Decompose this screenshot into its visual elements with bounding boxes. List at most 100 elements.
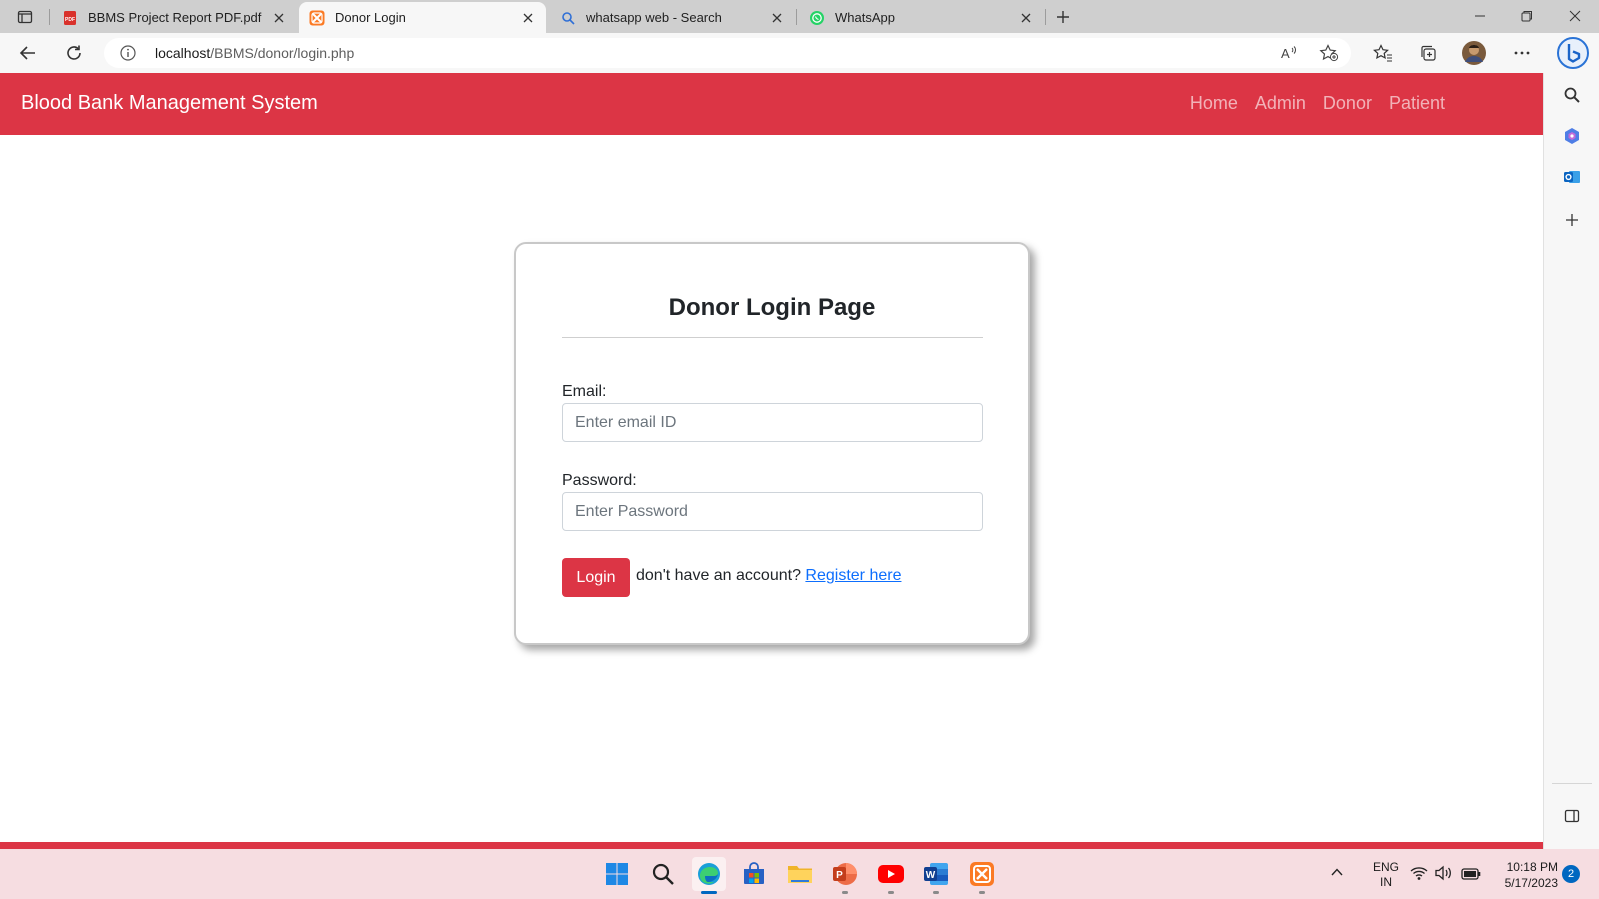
site-brand[interactable]: Blood Bank Management System xyxy=(21,92,318,115)
tab-title: whatsapp web - Search xyxy=(586,10,722,25)
system-clock[interactable]: 10:18 PM 5/17/2023 xyxy=(1492,859,1558,891)
address-bar[interactable]: localhost/BBMS/donor/login.php A xyxy=(104,38,1351,68)
taskbar-search-button[interactable] xyxy=(646,857,680,891)
close-window-button[interactable] xyxy=(1563,4,1587,28)
register-prompt: don't have an account? xyxy=(636,567,801,584)
back-arrow-icon xyxy=(19,46,35,60)
svg-text:P: P xyxy=(836,870,843,881)
tab-actions-icon xyxy=(17,10,33,24)
add-favorite-icon[interactable] xyxy=(1319,44,1339,67)
read-aloud-icon[interactable]: A xyxy=(1280,44,1298,67)
back-button[interactable] xyxy=(14,39,42,67)
running-indicator xyxy=(888,891,894,894)
discover-icon xyxy=(1565,128,1579,144)
footer-bar xyxy=(0,842,1543,849)
title-divider xyxy=(562,337,983,338)
bing-chat-button[interactable] xyxy=(1555,35,1591,71)
close-icon xyxy=(1569,10,1581,22)
profile-button[interactable] xyxy=(1460,39,1488,67)
sidebar-panel-icon xyxy=(1564,809,1580,823)
word-icon: W xyxy=(924,863,948,885)
svg-text:W: W xyxy=(926,870,936,881)
youtube-icon xyxy=(878,865,904,883)
xampp-icon xyxy=(309,10,325,26)
password-field[interactable] xyxy=(562,492,983,531)
email-label: Email: xyxy=(562,383,607,400)
new-tab-button[interactable] xyxy=(1052,6,1074,28)
tab-pdf-report[interactable]: PDF BBMS Project Report PDF.pdf xyxy=(52,2,297,33)
tab-title: Donor Login xyxy=(335,10,406,25)
close-icon[interactable] xyxy=(769,10,785,26)
bing-icon xyxy=(1557,37,1589,69)
password-label: Password: xyxy=(562,472,637,489)
tab-title: BBMS Project Report PDF.pdf xyxy=(88,10,262,25)
taskbar-store[interactable] xyxy=(737,857,771,891)
taskbar-youtube[interactable] xyxy=(874,857,908,894)
close-icon[interactable] xyxy=(1018,10,1034,26)
svg-text:PDF: PDF xyxy=(65,17,75,23)
settings-more-button[interactable] xyxy=(1508,39,1536,67)
tab-whatsapp[interactable]: WhatsApp xyxy=(799,2,1044,33)
pdf-icon: PDF xyxy=(62,10,78,26)
notification-badge[interactable]: 2 xyxy=(1562,865,1580,883)
nav-link-home[interactable]: Home xyxy=(1190,93,1238,114)
language-indicator[interactable]: ENG IN xyxy=(1369,860,1403,890)
url-text: localhost/BBMS/donor/login.php xyxy=(155,45,355,61)
running-indicator xyxy=(842,891,848,894)
collections-icon xyxy=(1421,45,1436,61)
volume-icon[interactable] xyxy=(1435,865,1453,886)
login-button[interactable]: Login xyxy=(562,558,630,597)
nav-link-donor[interactable]: Donor xyxy=(1323,93,1372,114)
start-button[interactable] xyxy=(600,857,634,891)
battery-icon[interactable] xyxy=(1461,867,1481,885)
powerpoint-icon: P xyxy=(833,863,857,885)
restore-button[interactable] xyxy=(1515,4,1539,28)
sidebar-search-button[interactable] xyxy=(1560,83,1584,107)
nav-link-admin[interactable]: Admin xyxy=(1255,93,1306,114)
tab-whatsapp-search[interactable]: whatsapp web - Search xyxy=(550,2,795,33)
windows-taskbar: P W ENG IN 10:18 PM 5/17/2023 2 xyxy=(0,849,1599,899)
sidebar-add-button[interactable] xyxy=(1560,208,1584,232)
tab-donor-login[interactable]: Donor Login xyxy=(299,2,546,33)
clock-time: 10:18 PM xyxy=(1506,860,1558,874)
site-info-icon[interactable] xyxy=(120,45,136,66)
favorites-icon xyxy=(1373,44,1392,62)
hide-sidebar-button[interactable] xyxy=(1560,804,1584,828)
tab-separator xyxy=(49,9,50,25)
register-link[interactable]: Register here xyxy=(805,567,901,584)
taskbar-file-explorer[interactable] xyxy=(783,857,817,891)
wifi-icon[interactable] xyxy=(1410,865,1428,886)
refresh-button[interactable] xyxy=(60,39,88,67)
sidebar-outlook-button[interactable] xyxy=(1560,165,1584,189)
outlook-icon xyxy=(1564,171,1580,183)
close-icon[interactable] xyxy=(271,10,287,26)
taskbar-powerpoint[interactable]: P xyxy=(828,857,862,894)
minimize-icon xyxy=(1475,15,1485,17)
taskbar-xampp[interactable] xyxy=(965,857,999,894)
login-card: Donor Login Page Email: Password: Login … xyxy=(514,242,1030,645)
favorites-button[interactable] xyxy=(1369,39,1397,67)
folder-icon xyxy=(788,866,812,883)
search-icon xyxy=(652,863,674,885)
close-icon[interactable] xyxy=(520,10,536,26)
collections-button[interactable] xyxy=(1414,39,1442,67)
show-hidden-icons-button[interactable] xyxy=(1330,865,1344,884)
edge-sidebar xyxy=(1543,73,1599,849)
tab-separator xyxy=(1045,9,1046,25)
store-icon xyxy=(744,862,764,884)
avatar xyxy=(1462,41,1486,65)
email-field[interactable] xyxy=(562,403,983,442)
minimize-button[interactable] xyxy=(1468,4,1492,28)
tab-actions-button[interactable] xyxy=(14,6,36,28)
nav-link-patient[interactable]: Patient xyxy=(1389,93,1445,114)
language-code: ENG xyxy=(1372,860,1399,874)
running-indicator xyxy=(701,891,717,894)
taskbar-edge[interactable] xyxy=(692,857,726,894)
xampp-icon xyxy=(970,862,994,886)
chevron-up-icon xyxy=(1331,868,1343,876)
running-indicator xyxy=(979,891,985,894)
page-title: Donor Login Page xyxy=(668,294,876,321)
sidebar-discover-button[interactable] xyxy=(1560,124,1584,148)
refresh-icon xyxy=(67,45,81,60)
taskbar-word[interactable]: W xyxy=(919,857,953,894)
